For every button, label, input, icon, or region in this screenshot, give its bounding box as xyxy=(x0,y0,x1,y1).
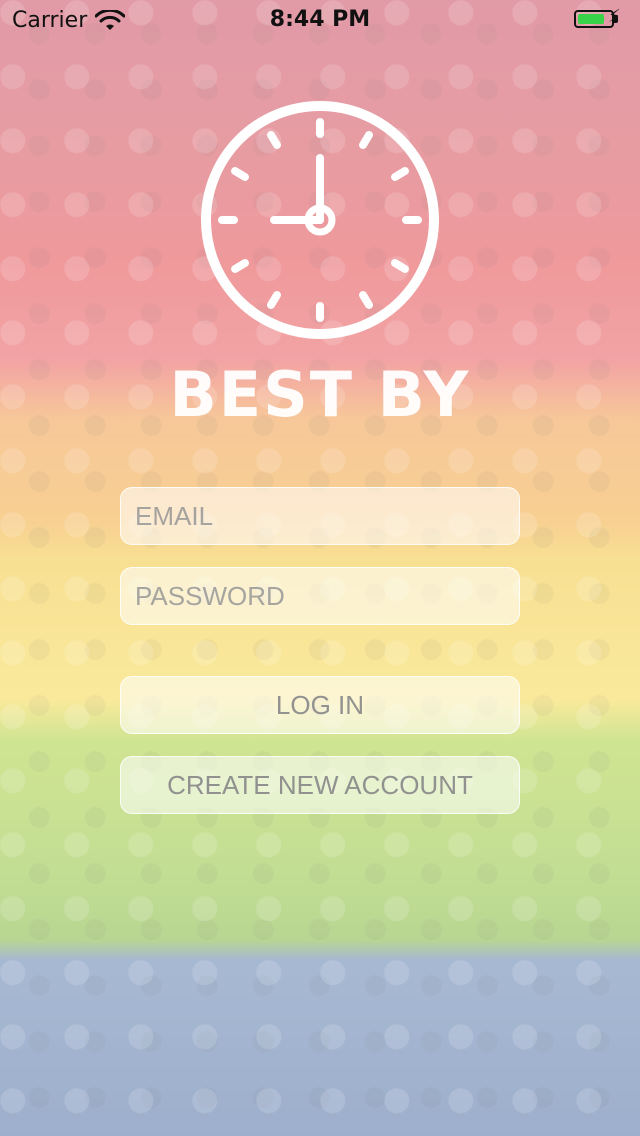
app-title: BEST BY xyxy=(169,358,471,431)
email-field[interactable] xyxy=(120,487,520,545)
clock-icon xyxy=(201,101,439,339)
create-account-button[interactable]: CREATE NEW ACCOUNT xyxy=(120,756,520,814)
login-button[interactable]: LOG IN xyxy=(120,676,520,734)
charging-bolt-icon: ⚡ xyxy=(608,6,621,27)
battery-fill xyxy=(578,14,604,24)
password-input[interactable] xyxy=(121,568,519,624)
email-input[interactable] xyxy=(121,488,519,544)
status-bar: Carrier 8:44 PM ⚡ xyxy=(0,0,640,40)
password-field[interactable] xyxy=(120,567,520,625)
login-button-label: LOG IN xyxy=(275,689,365,720)
create-account-button-label: CREATE NEW ACCOUNT xyxy=(167,769,473,800)
status-time: 8:44 PM xyxy=(269,7,371,32)
battery-indicator: ⚡ xyxy=(574,6,621,28)
